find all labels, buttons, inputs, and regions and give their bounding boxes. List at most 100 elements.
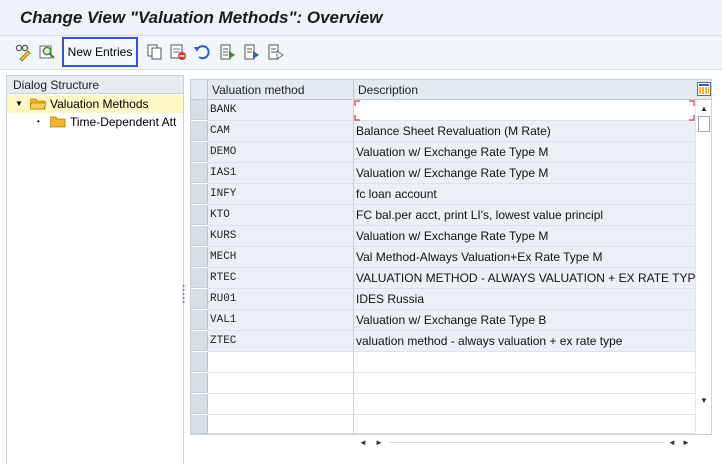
description-cell [354,373,695,394]
undo-icon[interactable] [193,43,211,61]
select-all-rows-cell[interactable] [191,80,208,100]
page-title: Change View "Valuation Methods": Overvie… [20,8,383,27]
table-row[interactable]: ZTEC valuation method - always valuation… [191,331,695,352]
table-row[interactable]: RTEC VALUATION METHOD - ALWAYS VALUATION… [191,268,695,289]
description-cell: Valuation w/ Exchange Rate Type M [354,163,695,184]
valuation-method-cell: KURS [208,226,354,247]
tree-item-valuation-methods[interactable]: ▼ Valuation Methods [7,95,183,113]
table-row[interactable]: KTO FC bal.per acct, print LI's, lowest … [191,205,695,226]
column-header-valuation-method[interactable]: Valuation method [208,80,354,100]
scroll-left-icon[interactable]: ◄ [359,438,367,448]
table-row[interactable]: MECH Val Method-Always Valuation+Ex Rate… [191,247,695,268]
description-cell: Balance Sheet Revaluation (M Rate) [354,121,695,142]
row-selector[interactable] [191,373,208,393]
description-cell: IDES Russia [354,289,695,310]
valuation-method-cell [208,415,354,434]
description-cell: FC bal.per acct, print LI's, lowest valu… [354,205,695,226]
folder-open-icon [30,98,46,110]
dialog-structure-panel: Dialog Structure ▼ Valuation Methods • T… [6,75,184,464]
row-selector[interactable] [191,184,208,204]
valuation-method-cell: INFY [208,184,354,205]
table-row[interactable]: VAL1 Valuation w/ Exchange Rate Type B [191,310,695,331]
row-selector[interactable] [191,415,208,434]
valuation-method-cell: DEMO [208,142,354,163]
valuation-method-cell [208,394,354,415]
new-entries-button[interactable]: New Entries [62,37,138,67]
title-bar: Change View "Valuation Methods": Overvie… [0,0,722,36]
application-toolbar: New Entries [0,36,722,70]
dialog-structure-header: Dialog Structure [7,76,183,94]
valuation-method-cell: CAM [208,121,354,142]
tree-item-time-dependent[interactable]: • Time-Dependent Att [7,113,183,131]
tree-item-label: Time-Dependent Att [70,115,177,129]
table-row[interactable]: KURS Valuation w/ Exchange Rate Type M [191,226,695,247]
row-selector[interactable] [191,289,208,309]
hscroll-track[interactable] [389,442,665,443]
scroll-right-icon[interactable]: ► [375,438,383,448]
table-row-empty[interactable] [191,373,695,394]
table-row[interactable]: RU01 IDES Russia [191,289,695,310]
row-selector[interactable] [191,331,208,351]
delete-icon[interactable] [169,43,187,61]
focus-corners [354,100,695,121]
table-hscroll[interactable]: ◄ ► [664,436,710,450]
valuation-method-cell: KTO [208,205,354,226]
copy-icon[interactable] [146,43,164,61]
table-settings-icon[interactable] [697,82,711,96]
valuation-method-cell: RTEC [208,268,354,289]
row-selector[interactable] [191,100,208,120]
valuation-method-cell [208,373,354,394]
scroll-up-icon[interactable]: ▲ [700,104,708,114]
description-hscroll[interactable]: ◄ ► [353,436,399,450]
tree-bullet-icon: • [37,117,40,126]
description-cell [354,394,695,415]
expand-arrow-icon[interactable]: ▼ [15,95,23,113]
row-selector[interactable] [191,247,208,267]
valuation-method-cell: IAS1 [208,163,354,184]
valuation-method-cell: MECH [208,247,354,268]
scrollbar-thumb[interactable] [698,116,710,132]
scroll-down-icon[interactable]: ▼ [700,396,708,406]
table-row-empty[interactable] [191,394,695,415]
row-selector[interactable] [191,226,208,246]
description-cell: Valuation w/ Exchange Rate Type B [354,310,695,331]
valuation-method-cell: RU01 [208,289,354,310]
description-cell: Val Method-Always Valuation+Ex Rate Type… [354,247,695,268]
description-cell: VALUATION METHOD - ALWAYS VALUATION + EX… [354,268,695,289]
table-row-empty[interactable] [191,352,695,373]
folder-icon [50,116,66,128]
select-all-icon[interactable] [218,43,236,61]
scroll-right-icon[interactable]: ► [682,438,690,448]
valuation-methods-table: Valuation method Description BANK CAM Ba… [190,79,712,435]
table-row[interactable]: BANK [191,100,695,121]
description-cell: Valuation w/ Exchange Rate Type M [354,142,695,163]
find-icon[interactable] [38,43,56,61]
valuation-method-cell [208,352,354,373]
select-block-icon[interactable] [242,43,260,61]
scroll-left-icon[interactable]: ◄ [668,438,676,448]
vertical-scrollbar[interactable]: ▲ ▼ [695,100,711,434]
panel-splitter-handle[interactable] [182,284,185,304]
row-selector[interactable] [191,394,208,414]
table-row[interactable]: DEMO Valuation w/ Exchange Rate Type M [191,142,695,163]
description-cell [354,415,695,434]
tree-item-label: Valuation Methods [50,97,149,111]
column-header-description[interactable]: Description [354,80,695,100]
row-selector[interactable] [191,121,208,141]
row-selector[interactable] [191,352,208,372]
valuation-method-cell: VAL1 [208,310,354,331]
table-row[interactable]: CAM Balance Sheet Revaluation (M Rate) [191,121,695,142]
table-row[interactable]: INFY fc loan account [191,184,695,205]
table-row-empty[interactable] [191,415,695,434]
row-selector[interactable] [191,163,208,183]
valuation-method-cell: ZTEC [208,331,354,352]
valuation-method-cell: BANK [208,100,354,121]
row-selector[interactable] [191,268,208,288]
display-change-icon[interactable] [14,43,32,61]
description-cell [354,352,695,373]
row-selector[interactable] [191,205,208,225]
table-row[interactable]: IAS1 Valuation w/ Exchange Rate Type M [191,163,695,184]
row-selector[interactable] [191,310,208,330]
row-selector[interactable] [191,142,208,162]
deselect-all-icon[interactable] [266,43,284,61]
